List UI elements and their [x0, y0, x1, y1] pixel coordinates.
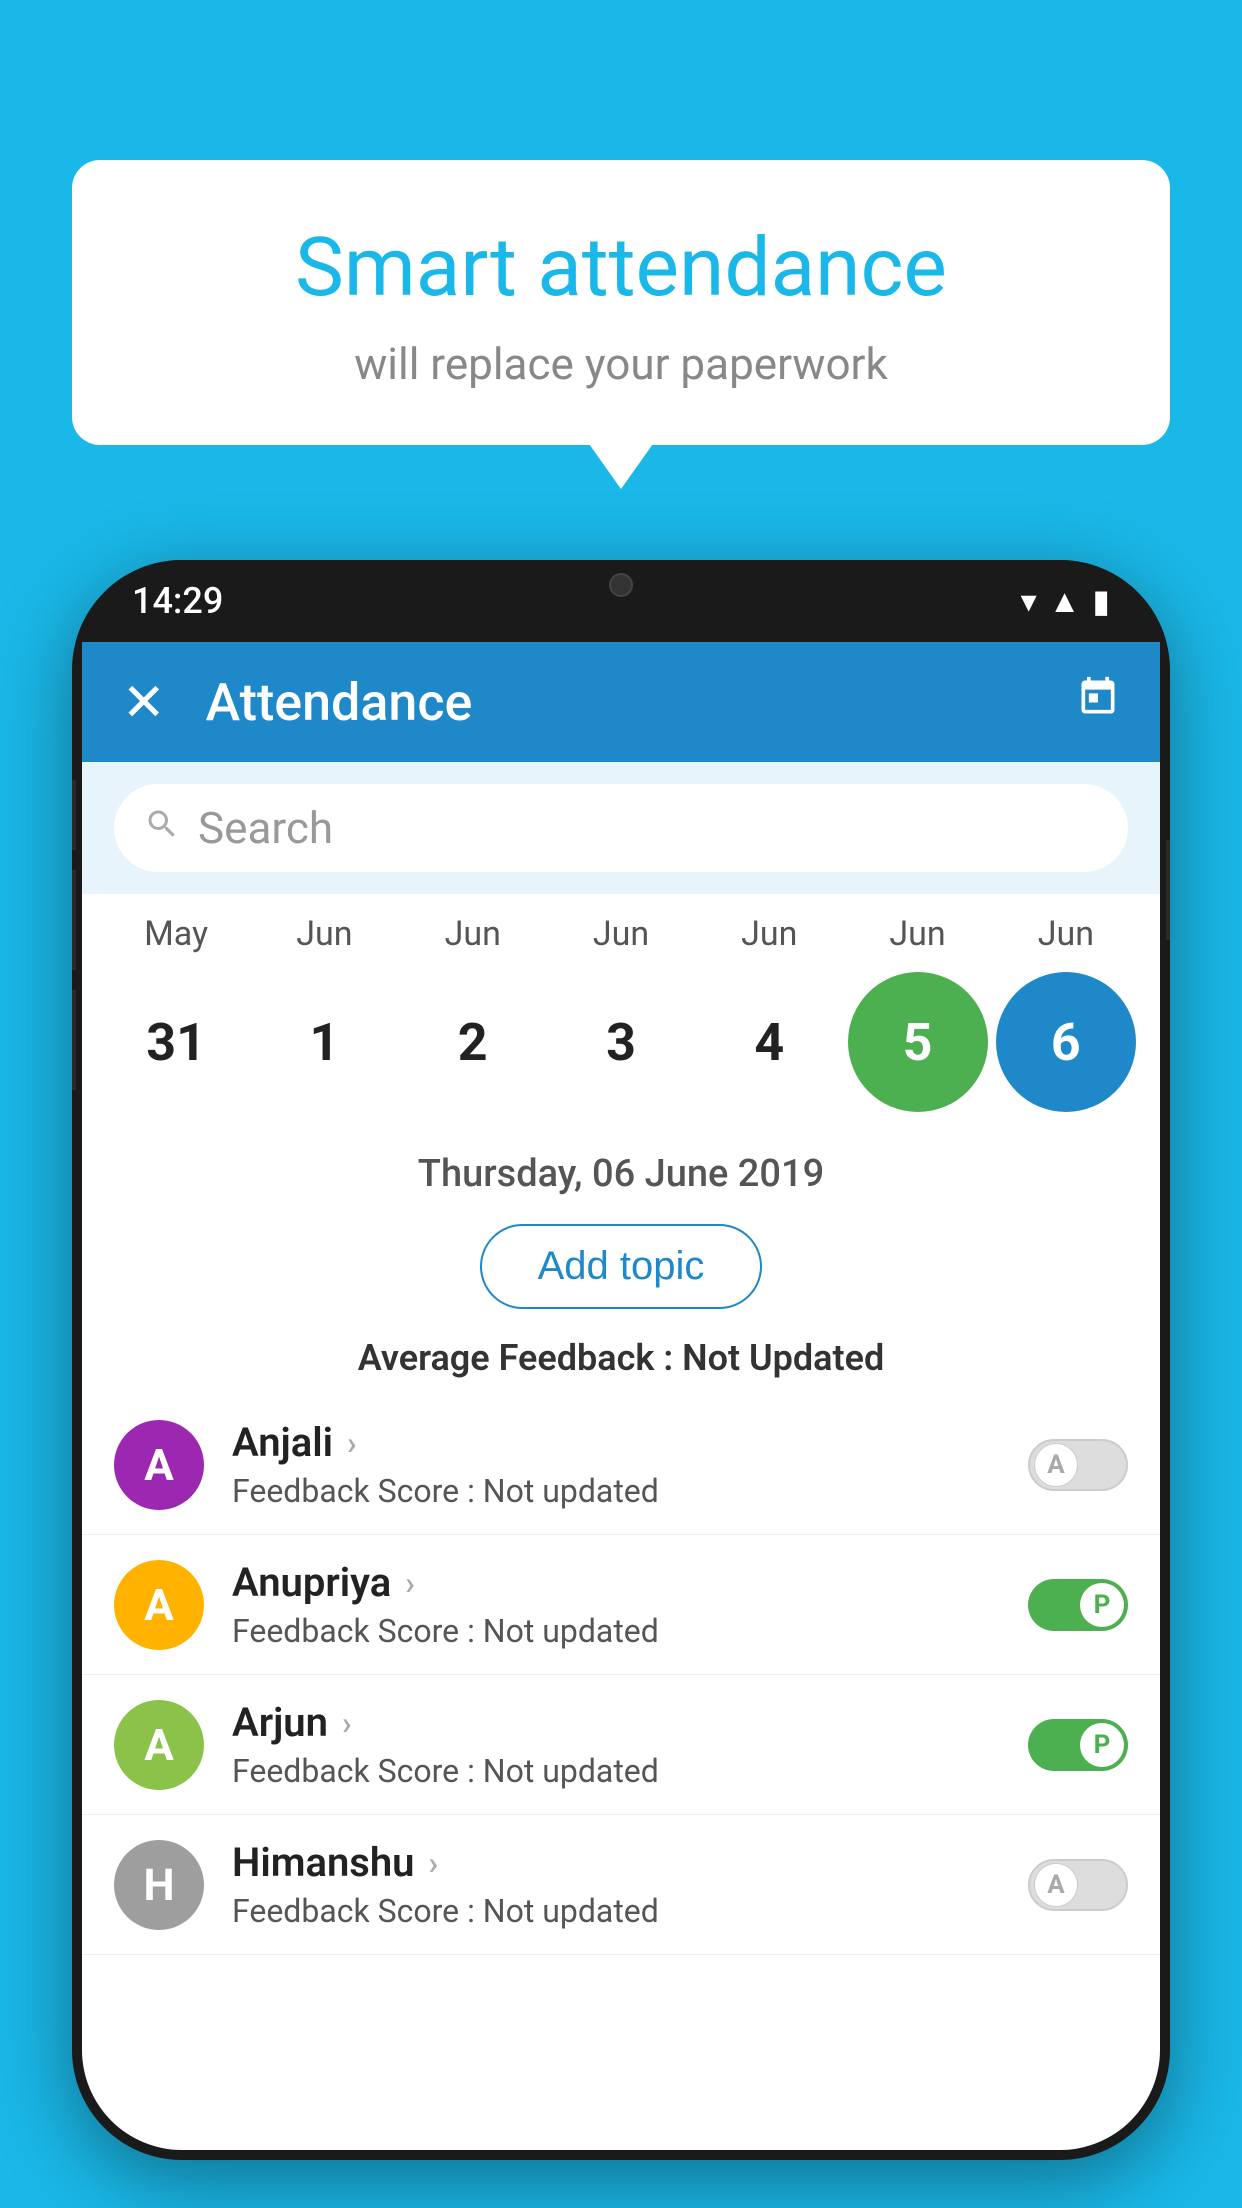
date-2[interactable]: 2: [403, 972, 543, 1112]
toggle-knob-arjun: P: [1080, 1723, 1124, 1767]
avatar-arjun: A: [114, 1700, 204, 1790]
student-feedback-anjali: Feedback Score : Not updated: [232, 1472, 1028, 1510]
hero-title: Smart attendance: [112, 220, 1130, 316]
search-icon: [144, 805, 180, 852]
date-1[interactable]: 1: [254, 972, 394, 1112]
avg-feedback-value: Not Updated: [682, 1337, 884, 1379]
toggle-knob-anupriya: P: [1080, 1583, 1124, 1627]
time-display: 14:29: [132, 580, 223, 622]
calendar-icon[interactable]: [1076, 675, 1120, 730]
close-button[interactable]: ✕: [122, 672, 166, 733]
volume-up-button: [72, 870, 76, 970]
date-5[interactable]: 5: [848, 972, 988, 1112]
avg-feedback: Average Feedback : Not Updated: [82, 1329, 1160, 1395]
month-0: May: [106, 914, 246, 954]
student-info-arjun: Arjun › Feedback Score : Not updated: [232, 1699, 1028, 1790]
battery-icon: ▮: [1092, 582, 1110, 620]
toggle-anjali[interactable]: A: [1028, 1439, 1128, 1491]
student-info-himanshu: Himanshu › Feedback Score : Not updated: [232, 1839, 1028, 1930]
toggle-anupriya[interactable]: P: [1028, 1579, 1128, 1631]
month-2: Jun: [403, 914, 543, 954]
student-feedback-himanshu: Feedback Score : Not updated: [232, 1892, 1028, 1930]
student-item-arjun[interactable]: A Arjun › Feedback Score : Not updated P: [82, 1675, 1160, 1815]
hero-subtitle: will replace your paperwork: [112, 338, 1130, 390]
student-item-anjali[interactable]: A Anjali › Feedback Score : Not updated …: [82, 1395, 1160, 1535]
volume-silent-button: [72, 780, 76, 850]
avatar-anjali: A: [114, 1420, 204, 1510]
signal-icon: ▲: [1049, 582, 1081, 620]
student-feedback-anupriya: Feedback Score : Not updated: [232, 1612, 1028, 1650]
search-bar[interactable]: Search: [114, 784, 1128, 872]
avg-feedback-label: Average Feedback :: [358, 1337, 682, 1379]
student-list: A Anjali › Feedback Score : Not updated …: [82, 1395, 1160, 1955]
search-container: Search: [82, 762, 1160, 894]
chevron-icon-anupriya: ›: [405, 1564, 415, 1602]
hero-section: Smart attendance will replace your paper…: [72, 160, 1170, 445]
student-name-arjun: Arjun ›: [232, 1699, 1028, 1746]
student-name-anjali: Anjali ›: [232, 1419, 1028, 1466]
month-6: Jun: [996, 914, 1136, 954]
status-bar: 14:29 ▾ ▲ ▮: [72, 560, 1170, 642]
month-3: Jun: [551, 914, 691, 954]
front-camera: [609, 573, 633, 597]
month-1: Jun: [254, 914, 394, 954]
date-3[interactable]: 3: [551, 972, 691, 1112]
phone-notch: [551, 560, 691, 610]
date-6[interactable]: 6: [996, 972, 1136, 1112]
add-topic-button[interactable]: Add topic: [480, 1224, 763, 1309]
calendar-strip: May Jun Jun Jun Jun Jun Jun 31 1 2 3 4 5…: [82, 894, 1160, 1132]
app-title: Attendance: [206, 672, 1076, 733]
chevron-icon-arjun: ›: [342, 1704, 352, 1742]
avatar-anupriya: A: [114, 1560, 204, 1650]
toggle-knob-himanshu: A: [1034, 1863, 1078, 1907]
wifi-icon: ▾: [1021, 582, 1037, 620]
add-topic-container: Add topic: [82, 1214, 1160, 1329]
volume-down-button: [72, 990, 76, 1090]
toggle-arjun[interactable]: P: [1028, 1719, 1128, 1771]
month-4: Jun: [699, 914, 839, 954]
student-name-himanshu: Himanshu ›: [232, 1839, 1028, 1886]
status-icons: ▾ ▲ ▮: [1021, 582, 1110, 620]
student-feedback-arjun: Feedback Score : Not updated: [232, 1752, 1028, 1790]
selected-date: Thursday, 06 June 2019: [82, 1132, 1160, 1214]
toggle-knob-anjali: A: [1034, 1443, 1078, 1487]
date-31[interactable]: 31: [106, 972, 246, 1112]
power-button: [1166, 840, 1170, 940]
app-bar: ✕ Attendance: [82, 642, 1160, 762]
student-info-anjali: Anjali › Feedback Score : Not updated: [232, 1419, 1028, 1510]
search-placeholder: Search: [198, 802, 333, 854]
student-item-anupriya[interactable]: A Anupriya › Feedback Score : Not update…: [82, 1535, 1160, 1675]
phone-frame: 14:29 ▾ ▲ ▮ ✕ Attendance: [72, 560, 1170, 2160]
student-info-anupriya: Anupriya › Feedback Score : Not updated: [232, 1559, 1028, 1650]
student-name-anupriya: Anupriya ›: [232, 1559, 1028, 1606]
month-5: Jun: [848, 914, 988, 954]
date-4[interactable]: 4: [699, 972, 839, 1112]
calendar-dates: 31 1 2 3 4 5 6: [102, 962, 1140, 1122]
calendar-months: May Jun Jun Jun Jun Jun Jun: [102, 914, 1140, 954]
student-item-himanshu[interactable]: H Himanshu › Feedback Score : Not update…: [82, 1815, 1160, 1955]
avatar-himanshu: H: [114, 1840, 204, 1930]
phone-screen: ✕ Attendance Search May: [82, 642, 1160, 2150]
chevron-icon-anjali: ›: [347, 1424, 357, 1462]
toggle-himanshu[interactable]: A: [1028, 1859, 1128, 1911]
speech-bubble: Smart attendance will replace your paper…: [72, 160, 1170, 445]
chevron-icon-himanshu: ›: [429, 1844, 439, 1882]
